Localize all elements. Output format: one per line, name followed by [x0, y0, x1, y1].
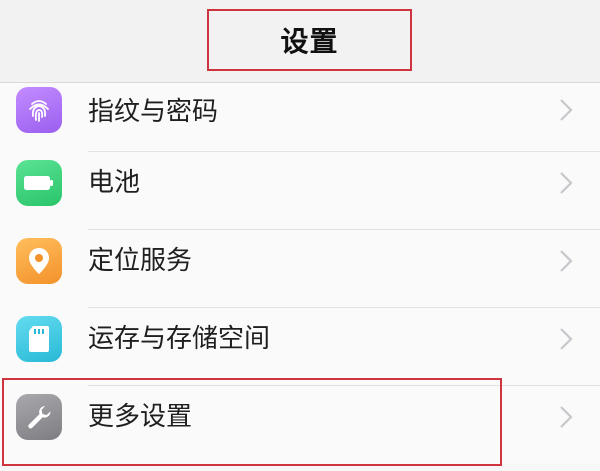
settings-item-more-settings[interactable]: 更多设置 — [0, 386, 600, 464]
settings-list: 指纹与密码 电池 定位服务 运存与存储空间 更多设置 — [0, 83, 600, 464]
settings-item-label: 电池 — [88, 168, 141, 198]
wrench-icon — [16, 394, 62, 440]
header-bar: 设置 — [0, 0, 600, 83]
chevron-right-icon — [560, 328, 573, 350]
settings-item-label: 更多设置 — [88, 402, 193, 432]
settings-item-location-services[interactable]: 定位服务 — [0, 230, 600, 308]
settings-item-memory-storage[interactable]: 运存与存储空间 — [0, 308, 600, 386]
settings-item-label: 指纹与密码 — [88, 97, 219, 127]
chevron-right-icon — [560, 250, 573, 272]
battery-icon — [16, 160, 62, 206]
fingerprint-icon — [16, 87, 62, 133]
settings-item-label: 定位服务 — [88, 246, 193, 276]
location-pin-icon — [16, 238, 62, 284]
chevron-right-icon — [560, 99, 573, 121]
settings-item-battery[interactable]: 电池 — [0, 152, 600, 230]
settings-item-fingerprint-password[interactable]: 指纹与密码 — [0, 83, 600, 152]
page-title: 设置 — [207, 9, 412, 71]
chevron-right-icon — [560, 406, 573, 428]
chevron-right-icon — [560, 172, 573, 194]
storage-card-icon — [16, 316, 62, 362]
settings-item-label: 运存与存储空间 — [88, 324, 271, 354]
